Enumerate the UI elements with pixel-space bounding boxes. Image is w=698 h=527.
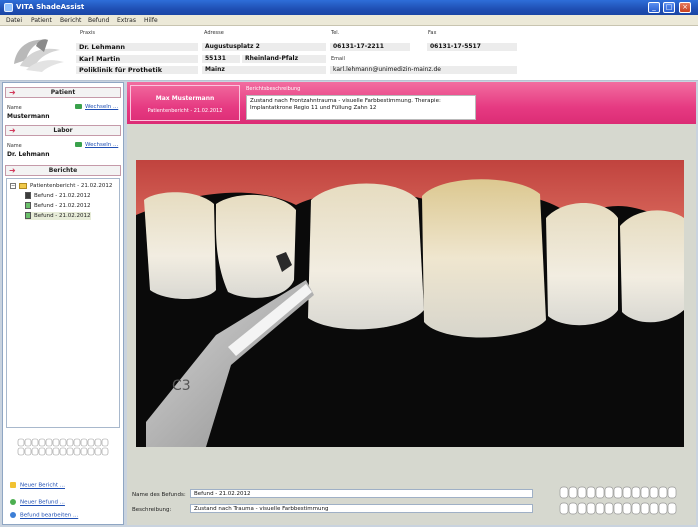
tree-item[interactable]: Befund - 21.02.2012 <box>25 202 91 210</box>
folder-icon <box>19 182 27 189</box>
report-description-label: Berichtsbeschreibung <box>246 86 301 92</box>
tree-root-label: Patientenbericht - 21.02.2012 <box>30 183 113 189</box>
labor-heading: Labor <box>53 127 73 134</box>
tree-item-selected[interactable]: Befund - 21.02.2012 <box>25 212 91 220</box>
tree-item-label: Befund - 21.02.2012 <box>34 193 91 199</box>
app-icon <box>4 3 13 12</box>
patient-name-label: Name <box>7 105 22 111</box>
menu-patient[interactable]: Patient <box>31 17 52 24</box>
tree-item[interactable]: Befund - 21.02.2012 <box>25 192 91 200</box>
collapse-icon[interactable]: − <box>10 182 16 189</box>
minimize-button[interactable]: _ <box>648 2 660 13</box>
patient-section-header[interactable]: ➜ Patient <box>5 87 121 98</box>
plus-icon <box>10 499 16 505</box>
menu-hilfe[interactable]: Hilfe <box>144 17 158 24</box>
maximize-button[interactable]: □ <box>663 2 675 13</box>
new-finding-link[interactable]: Neuer Befund ... <box>10 499 65 506</box>
dental-chart-icon <box>17 438 109 456</box>
vita-logo-icon <box>14 39 64 72</box>
report-tree: − Patientenbericht - 21.02.2012 Befund - … <box>6 178 120 428</box>
switch-arrows-icon <box>75 142 82 147</box>
menu-datei[interactable]: Datei <box>6 17 22 24</box>
tree-root[interactable]: − Patientenbericht - 21.02.2012 <box>10 182 112 190</box>
practice-header: Praxis Adresse Tel. Fax Email Dr. Lehman… <box>0 26 698 81</box>
patient-heading: Patient <box>50 89 76 96</box>
patient-name: Mustermann <box>7 113 50 120</box>
praxis-person-field: Karl Martin <box>76 55 198 63</box>
street-field: Augustusplatz 2 <box>202 43 326 51</box>
dental-photo-image: C3 <box>136 160 684 447</box>
finding-icon <box>25 192 31 199</box>
fax-field: 06131-17-5517 <box>427 43 517 51</box>
finding-icon <box>25 202 31 209</box>
edit-icon <box>10 512 16 518</box>
praxis-org-field: Poliklinik für Prothetik <box>76 66 198 74</box>
praxis-name-field: Dr. Lehmann <box>76 43 198 51</box>
arrow-right-icon: ➜ <box>9 126 16 135</box>
city-field: Mainz <box>202 66 326 74</box>
menu-befund[interactable]: Befund <box>88 17 109 24</box>
new-report-link[interactable]: Neuer Bericht ... <box>10 482 65 489</box>
title-bar: VITA ShadeAssist _ □ × <box>0 0 698 15</box>
menu-bar: Datei Patient Bericht Befund Extras Hilf… <box>0 15 698 26</box>
arrow-right-icon: ➜ <box>9 88 16 97</box>
finding-desc-input[interactable]: Zustand nach Trauma - visuelle Farbbesti… <box>190 504 533 513</box>
tree-item-label: Befund - 21.02.2012 <box>34 203 91 209</box>
zip-field: 55131 <box>202 55 240 63</box>
banner-report-name: Patientenbericht - 21.02.2012 <box>147 108 223 114</box>
praxis-label: Praxis <box>80 30 95 36</box>
svg-text:C3: C3 <box>172 378 191 394</box>
banner-patient-name: Max Mustermann <box>155 95 215 102</box>
report-description-field[interactable]: Zustand nach Frontzahntrauma - visuelle … <box>246 95 476 120</box>
email-label: Email <box>331 56 345 62</box>
patient-report-card[interactable]: Max Mustermann Patientenbericht - 21.02.… <box>130 85 240 121</box>
finding-name-label: Name des Befunds: <box>132 492 186 498</box>
fax-label: Fax <box>428 30 437 36</box>
menu-bericht[interactable]: Bericht <box>60 17 81 24</box>
finding-name-input[interactable]: Befund - 21.02.2012 <box>190 489 533 498</box>
tel-field: 06131-17-2211 <box>330 43 410 51</box>
tel-label: Tel. <box>331 30 340 36</box>
tree-item-label: Befund - 21.02.2012 <box>34 213 91 219</box>
labor-name-label: Name <box>7 143 22 149</box>
edit-finding-link[interactable]: Befund bearbeiten ... <box>10 512 78 519</box>
finding-icon <box>25 212 31 219</box>
berichte-heading: Berichte <box>48 167 78 174</box>
window-title: VITA ShadeAssist <box>16 3 85 11</box>
new-finding-label: Neuer Befund ... <box>20 499 65 506</box>
patient-change-label: Wechseln ... <box>85 104 119 110</box>
email-field: karl.lehmann@unimedizin-mainz.de <box>330 66 517 74</box>
patient-change-link[interactable]: Wechseln ... <box>75 104 118 110</box>
dental-photo[interactable]: C3 <box>136 160 684 447</box>
arrow-right-icon: ➜ <box>9 166 16 175</box>
switch-arrows-icon <box>75 104 82 109</box>
edit-finding-label: Befund bearbeiten ... <box>20 512 79 519</box>
new-report-label: Neuer Bericht ... <box>20 482 65 489</box>
labor-change-link[interactable]: Wechseln ... <box>75 142 118 148</box>
close-button[interactable]: × <box>679 2 691 13</box>
state-field: Rheinland-Pfalz <box>242 55 326 63</box>
dental-chart-icon <box>559 486 677 515</box>
berichte-section-header[interactable]: ➜ Berichte <box>5 165 121 176</box>
menu-extras[interactable]: Extras <box>117 17 136 24</box>
finding-desc-label: Beschreibung: <box>132 507 172 513</box>
labor-section-header[interactable]: ➜ Labor <box>5 125 121 136</box>
labor-change-label: Wechseln ... <box>85 142 119 148</box>
adresse-label: Adresse <box>204 30 224 36</box>
labor-name: Dr. Lehmann <box>7 151 50 158</box>
new-report-icon <box>10 482 16 488</box>
